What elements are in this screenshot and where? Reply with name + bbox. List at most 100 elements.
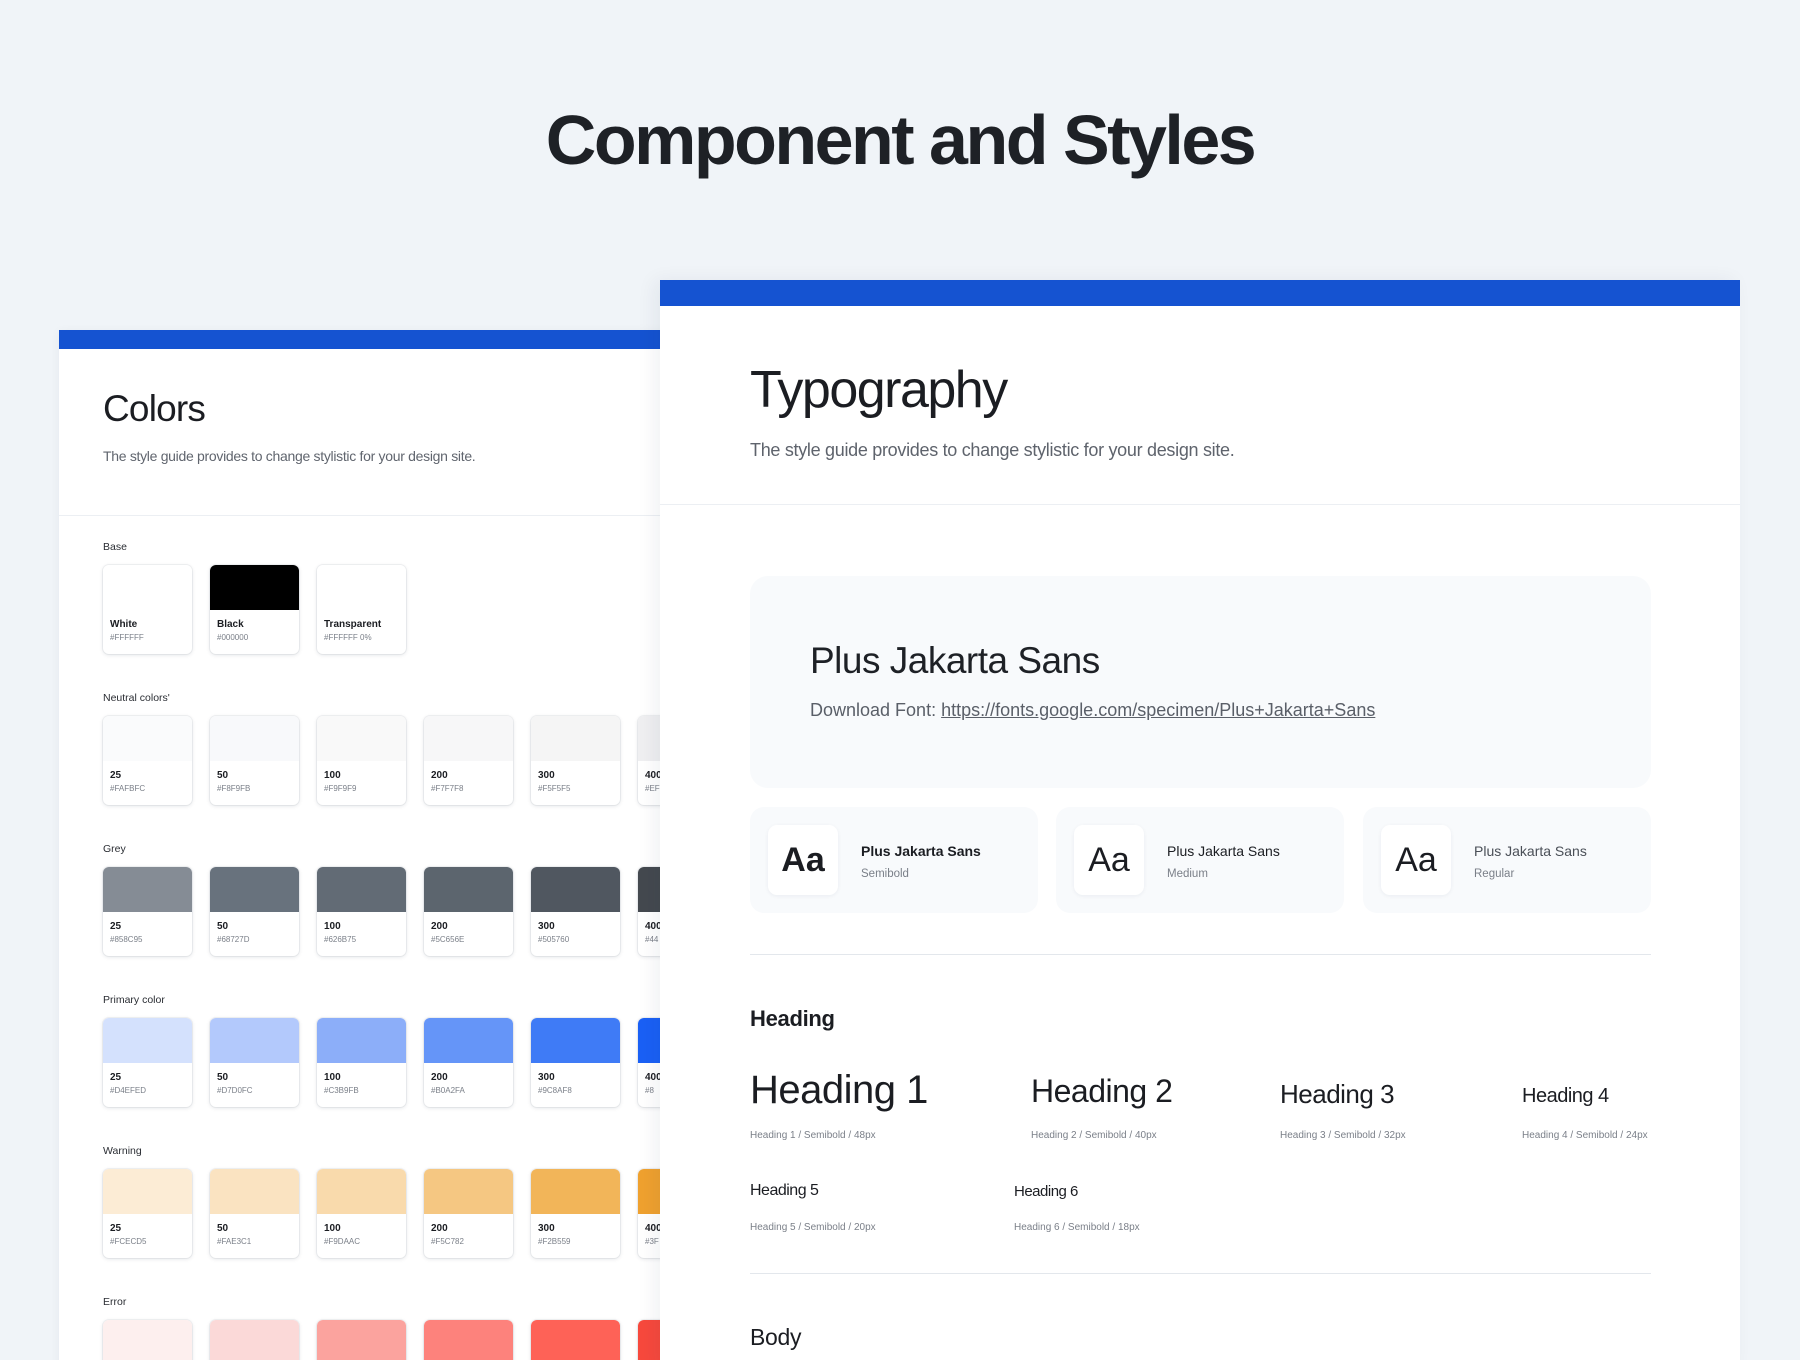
group-label-base: Base <box>103 541 127 553</box>
swatch[interactable]: 25 #FAFBFC <box>103 716 192 805</box>
swatch[interactable]: White #FFFFFF <box>103 565 192 654</box>
swatch-name: 200 <box>431 1072 448 1083</box>
group-label-neutral: Neutral colors' <box>103 692 170 704</box>
swatch-name: 200 <box>431 921 448 932</box>
weight-style: Regular <box>1474 868 1515 880</box>
group-label-warning: Warning <box>103 1145 142 1157</box>
swatch-chip <box>103 867 192 912</box>
swatch-chip <box>317 565 406 610</box>
swatch-name: 100 <box>324 1223 341 1234</box>
swatch-chip <box>210 1169 299 1214</box>
heading-1-caption: Heading 1 / Semibold / 48px <box>750 1130 876 1141</box>
swatch-name: 100 <box>324 921 341 932</box>
swatch[interactable] <box>531 1320 620 1360</box>
swatch-chip <box>317 1320 406 1360</box>
swatch[interactable]: 100 #F9F9F9 <box>317 716 406 805</box>
group-label-grey: Grey <box>103 843 126 855</box>
swatch-name: 25 <box>110 770 122 781</box>
swatch-chip <box>317 867 406 912</box>
swatch-row-grey: 25 #858C95 50 #68727D 100 #626B75 200 #5C656… <box>103 867 720 956</box>
colors-subtitle: The style guide provides to change styli… <box>103 448 476 464</box>
swatch[interactable]: 25 #D4EFED <box>103 1018 192 1107</box>
swatch-chip <box>317 1018 406 1063</box>
swatch-row-primary: 25 #D4EFED 50 #D7D0FC 100 #C3B9FB 200 #B0A2F… <box>103 1018 720 1107</box>
heading-5-sample: Heading 5 <box>750 1182 819 1199</box>
heading-6-sample: Heading 6 <box>1014 1183 1078 1200</box>
swatch-chip <box>103 1320 192 1360</box>
swatch-row-error <box>103 1320 720 1360</box>
swatch-name: 300 <box>538 921 555 932</box>
swatch[interactable] <box>210 1320 299 1360</box>
swatch[interactable]: 300 #9C8AF8 <box>531 1018 620 1107</box>
swatch[interactable]: 50 #F8F9FB <box>210 716 299 805</box>
typography-title: Typography <box>750 361 1008 419</box>
swatch[interactable]: 200 #F7F7F8 <box>424 716 513 805</box>
swatch-hex: #FAE3C1 <box>217 1237 252 1246</box>
group-label-primary: Primary color <box>103 994 165 1006</box>
swatch[interactable]: 300 #F5F5F5 <box>531 716 620 805</box>
swatch-name: 100 <box>324 770 341 781</box>
swatch-chip <box>210 1018 299 1063</box>
swatch[interactable]: Black #000000 <box>210 565 299 654</box>
font-weight-card: Aa Plus Jakarta Sans Regular <box>1363 807 1651 913</box>
font-download-label: Download Font: <box>810 700 937 720</box>
swatch[interactable]: 100 #C3B9FB <box>317 1018 406 1107</box>
swatch[interactable] <box>424 1320 513 1360</box>
swatch-hex: #FCECD5 <box>110 1237 147 1246</box>
section-divider <box>750 1273 1651 1274</box>
swatch-row-warning: 25 #FCECD5 50 #FAE3C1 100 #F9DAAC 200 #F5C78… <box>103 1169 720 1258</box>
heading-3-sample: Heading 3 <box>1280 1079 1395 1109</box>
swatch-name: 200 <box>431 1223 448 1234</box>
swatch-hex: #D4EFED <box>110 1086 147 1095</box>
heading-1-sample: Heading 1 <box>750 1068 928 1112</box>
swatch[interactable]: 300 #505760 <box>531 867 620 956</box>
swatch-hex: #B0A2FA <box>431 1086 465 1095</box>
swatch[interactable]: 200 #B0A2FA <box>424 1018 513 1107</box>
heading-6-caption: Heading 6 / Semibold / 18px <box>1014 1222 1140 1233</box>
heading-section-title: Heading <box>750 1006 835 1031</box>
swatch[interactable] <box>317 1320 406 1360</box>
typography-subtitle: The style guide provides to change styli… <box>750 440 1235 460</box>
swatch[interactable]: 50 #68727D <box>210 867 299 956</box>
font-weight-card: Aa Plus Jakarta Sans Semibold <box>750 807 1038 913</box>
heading-4-sample: Heading 4 <box>1522 1085 1609 1107</box>
swatch-chip <box>210 565 299 610</box>
swatch[interactable] <box>103 1320 192 1360</box>
swatch-chip <box>424 1169 513 1214</box>
font-family-name: Plus Jakarta Sans <box>810 640 1100 681</box>
swatch-chip <box>317 716 406 761</box>
swatch-hex: #F9DAAC <box>324 1237 361 1246</box>
weight-font-name: Plus Jakarta Sans <box>1474 843 1587 859</box>
swatch[interactable]: 300 #F2B559 <box>531 1169 620 1258</box>
typography-card: Typography The style guide provides to c… <box>660 280 1740 1360</box>
swatch-chip <box>531 716 620 761</box>
swatch[interactable]: 100 #F9DAAC <box>317 1169 406 1258</box>
swatch[interactable]: 100 #626B75 <box>317 867 406 956</box>
aa-sample: Aa <box>1381 825 1451 895</box>
swatch-name: White <box>110 619 138 630</box>
swatch[interactable]: 200 #F5C782 <box>424 1169 513 1258</box>
swatch[interactable]: 50 #D7D0FC <box>210 1018 299 1107</box>
swatch[interactable]: Transparent #FFFFFF 0% <box>317 565 406 654</box>
swatch[interactable]: 200 #5C656E <box>424 867 513 956</box>
swatch[interactable]: 50 #FAE3C1 <box>210 1169 299 1258</box>
swatch-hex: #9C8AF8 <box>538 1086 572 1095</box>
swatch-name: 300 <box>538 1223 555 1234</box>
font-download-link[interactable]: https://fonts.google.com/specimen/Plus+J… <box>941 700 1375 720</box>
swatch-chip <box>531 1169 620 1214</box>
weight-style: Semibold <box>861 868 909 880</box>
swatch[interactable]: 25 #858C95 <box>103 867 192 956</box>
swatch-chip <box>424 1320 513 1360</box>
swatch-hex: #858C95 <box>110 935 143 944</box>
swatch-name: 300 <box>538 770 555 781</box>
swatch-hex: #626B75 <box>324 935 357 944</box>
swatch[interactable]: 25 #FCECD5 <box>103 1169 192 1258</box>
swatch-chip <box>531 867 620 912</box>
heading-5-caption: Heading 5 / Semibold / 20px <box>750 1222 876 1233</box>
swatch-name: 50 <box>217 921 229 932</box>
swatch-hex: #D7D0FC <box>217 1086 253 1095</box>
section-divider <box>750 954 1651 955</box>
colors-title: Colors <box>103 388 206 429</box>
font-weight-card: Aa Plus Jakarta Sans Medium <box>1056 807 1344 913</box>
swatch-hex: #F7F7F8 <box>431 784 464 793</box>
